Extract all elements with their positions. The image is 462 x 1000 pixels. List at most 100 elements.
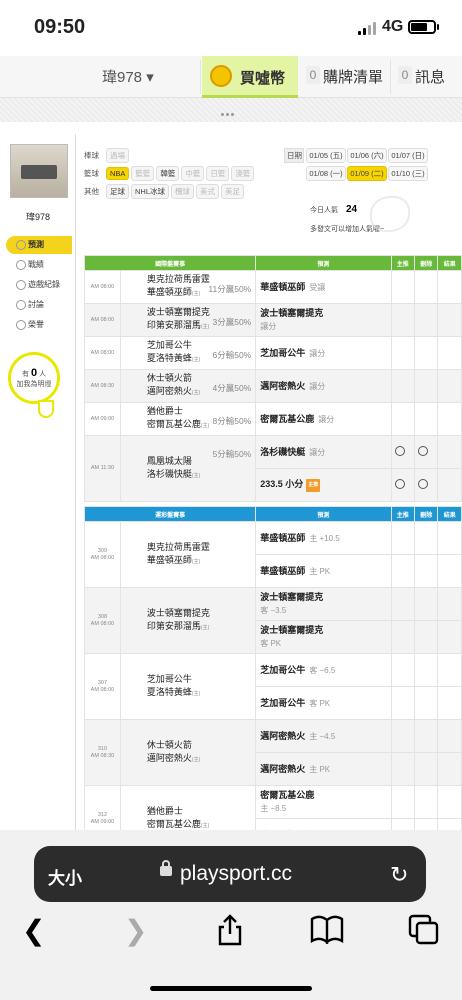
prediction-note: 主 −8.5 — [260, 804, 287, 813]
date-button[interactable]: 01/06 (六) — [347, 148, 387, 163]
bookmarks-icon[interactable] — [310, 914, 344, 951]
date-button[interactable]: 01/05 (五) — [306, 148, 346, 163]
game-time: AM 09:00 — [84, 402, 121, 436]
delete-radio[interactable] — [418, 446, 429, 456]
date-picker: 日期 01/05 (五) 01/06 (六) 01/07 (日) 01/08 (一) 0… — [284, 148, 456, 184]
match-teams: 芝加哥公牛 夏洛特黃蜂(主) — [119, 653, 257, 720]
date-button-selected[interactable]: 01/09 (二) — [347, 166, 387, 181]
filter-button[interactable]: 韓籃 — [156, 166, 180, 181]
home-team: 密爾瓦基公鹿 — [146, 818, 201, 829]
reload-icon[interactable]: ↻ — [390, 862, 408, 888]
action-cell — [437, 336, 462, 370]
filter-button[interactable]: 欖球 — [171, 184, 195, 199]
date-button[interactable]: 01/10 (三) — [388, 166, 428, 181]
prediction-note: 客 −6.5 — [309, 665, 336, 675]
prediction-cell[interactable]: 233.5 小分 主推 — [255, 468, 392, 502]
prediction-cell[interactable]: 芝加哥公牛 讓分 — [255, 336, 392, 370]
tabs-icon[interactable] — [408, 914, 440, 953]
sport-filters: 棒球 過場 籃球 NBA 籃籃 韓籃 中籃 日籃 澳籃 其他 足球 NHL冰球 欖球 美式 美足 — [84, 148, 274, 202]
prediction-cell[interactable]: 芝加哥公牛客 PK — [255, 686, 392, 720]
prediction-cell[interactable]: 波士頓塞爾提克 讓分 — [255, 303, 392, 337]
cart-link[interactable]: 0 購牌清單 — [306, 66, 383, 87]
filter-button[interactable]: 足球 — [106, 184, 129, 199]
action-cell — [437, 785, 462, 819]
action-cell — [437, 521, 462, 555]
prediction-cell[interactable]: 波士頓塞爾提克客 −3.5 — [255, 587, 392, 621]
share-icon[interactable] — [216, 914, 244, 953]
action-cell[interactable] — [414, 435, 439, 469]
filter-button-nba[interactable]: NBA — [106, 167, 130, 180]
filter-button[interactable]: 中籃 — [181, 166, 205, 181]
predict-icon — [16, 240, 26, 250]
intl-header-result: 結果 — [437, 255, 462, 271]
filter-category: 棒球 — [84, 151, 99, 160]
action-cell — [437, 270, 462, 304]
match-teams: 猶他爵士 密爾瓦基公鹿(主) 8分輸50% — [119, 402, 257, 436]
filter-button[interactable]: 美足 — [221, 184, 245, 199]
action-cell — [390, 587, 416, 621]
sidebar-item-record[interactable]: 戰績 — [6, 256, 72, 274]
prediction-cell[interactable]: 邁阿密熱火 讓分 — [255, 369, 392, 403]
main-pick-radio[interactable] — [394, 446, 405, 456]
action-cell — [414, 402, 439, 436]
prediction-cell[interactable]: 芝加哥公牛客 −6.5 — [255, 653, 392, 687]
message-link[interactable]: 0 訊息 — [398, 66, 445, 87]
carousel-dots[interactable] — [221, 103, 236, 121]
table-row: AM 08:00 奧克拉荷馬雷霆 華盛頓巫師(主) 11分贏50% 華盛頓巫師 受讓 — [84, 270, 462, 304]
buy-coin-button[interactable]: 買噓幣 — [202, 56, 298, 98]
action-cell[interactable] — [390, 468, 416, 502]
forward-icon[interactable]: ❯ — [124, 914, 147, 947]
filter-button[interactable]: 日籃 — [206, 166, 230, 181]
mascot-icon — [370, 196, 410, 232]
match-odds: 6分輸50% — [212, 350, 252, 360]
home-marker: (主) — [191, 690, 201, 697]
action-cell — [437, 554, 462, 588]
prediction-cell[interactable]: 密爾瓦基公鹿 讓分 — [255, 402, 392, 436]
prediction-cell[interactable]: 密爾瓦基公鹿主 −8.5 — [255, 785, 392, 819]
prediction-cell[interactable]: 洛杉磯快艇 讓分 — [255, 435, 392, 469]
table-row: AM 08:00 波士頓塞爾提克 印第安那溜馬(主) 3分贏50% 波士頓塞爾提克 讓分 — [84, 303, 462, 337]
filter-category: 籃球 — [84, 169, 99, 178]
lottery-header-delete: 刪除 — [414, 506, 439, 522]
filter-button[interactable]: 美式 — [196, 184, 220, 199]
sidebar-item-discuss[interactable]: 討論 — [6, 296, 72, 314]
home-team: 夏洛特黃蜂 — [146, 353, 192, 363]
prediction-cell[interactable]: 邁阿密熱火主 −4.5 — [255, 719, 392, 753]
avatar[interactable] — [10, 144, 68, 198]
back-icon[interactable]: ❮ — [22, 914, 45, 947]
filter-button[interactable]: NHL冰球 — [131, 184, 170, 199]
text-size-button[interactable]: 大小 — [48, 864, 82, 889]
follow-lamp[interactable]: 有 0 人加我為明燈 — [8, 352, 60, 404]
game-time-text: AM 08:00 — [90, 686, 115, 693]
game-time-text: AM 08:30 — [90, 382, 115, 389]
main-pick-radio[interactable] — [394, 479, 405, 489]
match-teams: 奧克拉荷馬雷霆 華盛頓巫師(主) 11分贏50% — [119, 270, 257, 304]
game-time: AM 11:30 — [84, 435, 121, 502]
action-cell — [414, 785, 439, 819]
lottery-header-main: 主推 — [390, 506, 416, 522]
sidebar-item-game-log[interactable]: 遊戲紀錄 — [6, 276, 72, 294]
prediction-cell[interactable]: 波士頓塞爾提克客 PK — [255, 620, 392, 654]
table-row: AM 09:00 猶他爵士 密爾瓦基公鹿(主) 8分輸50% 密爾瓦基公鹿 讓分 — [84, 402, 462, 436]
date-button[interactable]: 01/07 (日) — [388, 148, 428, 163]
delete-radio[interactable] — [418, 479, 429, 489]
message-label: 訊息 — [415, 69, 446, 86]
filter-button[interactable]: 澳籃 — [231, 166, 255, 181]
sidebar-item-predict[interactable]: 預測 — [6, 236, 72, 254]
sidebar-item-honor[interactable]: 榮譽 — [6, 316, 72, 334]
home-team: 密爾瓦基公鹿 — [146, 419, 201, 429]
home-team-row: 印第安那溜馬(主) — [147, 620, 255, 635]
user-menu[interactable]: 瑋978 ▾ — [102, 66, 154, 87]
prediction-cell[interactable]: 華盛頓巫師主 PK — [255, 554, 392, 588]
prediction-cell[interactable]: 華盛頓巫師主 +10.5 — [255, 521, 392, 555]
address-bar[interactable]: 大小 playsport.cc ↻ — [34, 846, 426, 902]
prediction-cell[interactable]: 華盛頓巫師 受讓 — [255, 270, 392, 304]
prediction-note: 受讓 — [309, 282, 326, 292]
table-row: 308 AM 08:00 波士頓塞爾提克 印第安那溜馬(主) 波士頓塞爾提克客 −3.5 — [84, 587, 462, 654]
action-cell[interactable] — [414, 468, 439, 502]
filter-button[interactable]: 過場 — [106, 148, 129, 163]
filter-button[interactable]: 籃籃 — [131, 166, 155, 181]
prediction-cell[interactable]: 邁阿密熱火主 PK — [255, 752, 392, 786]
action-cell[interactable] — [390, 435, 416, 469]
date-button[interactable]: 01/08 (一) — [306, 166, 346, 181]
